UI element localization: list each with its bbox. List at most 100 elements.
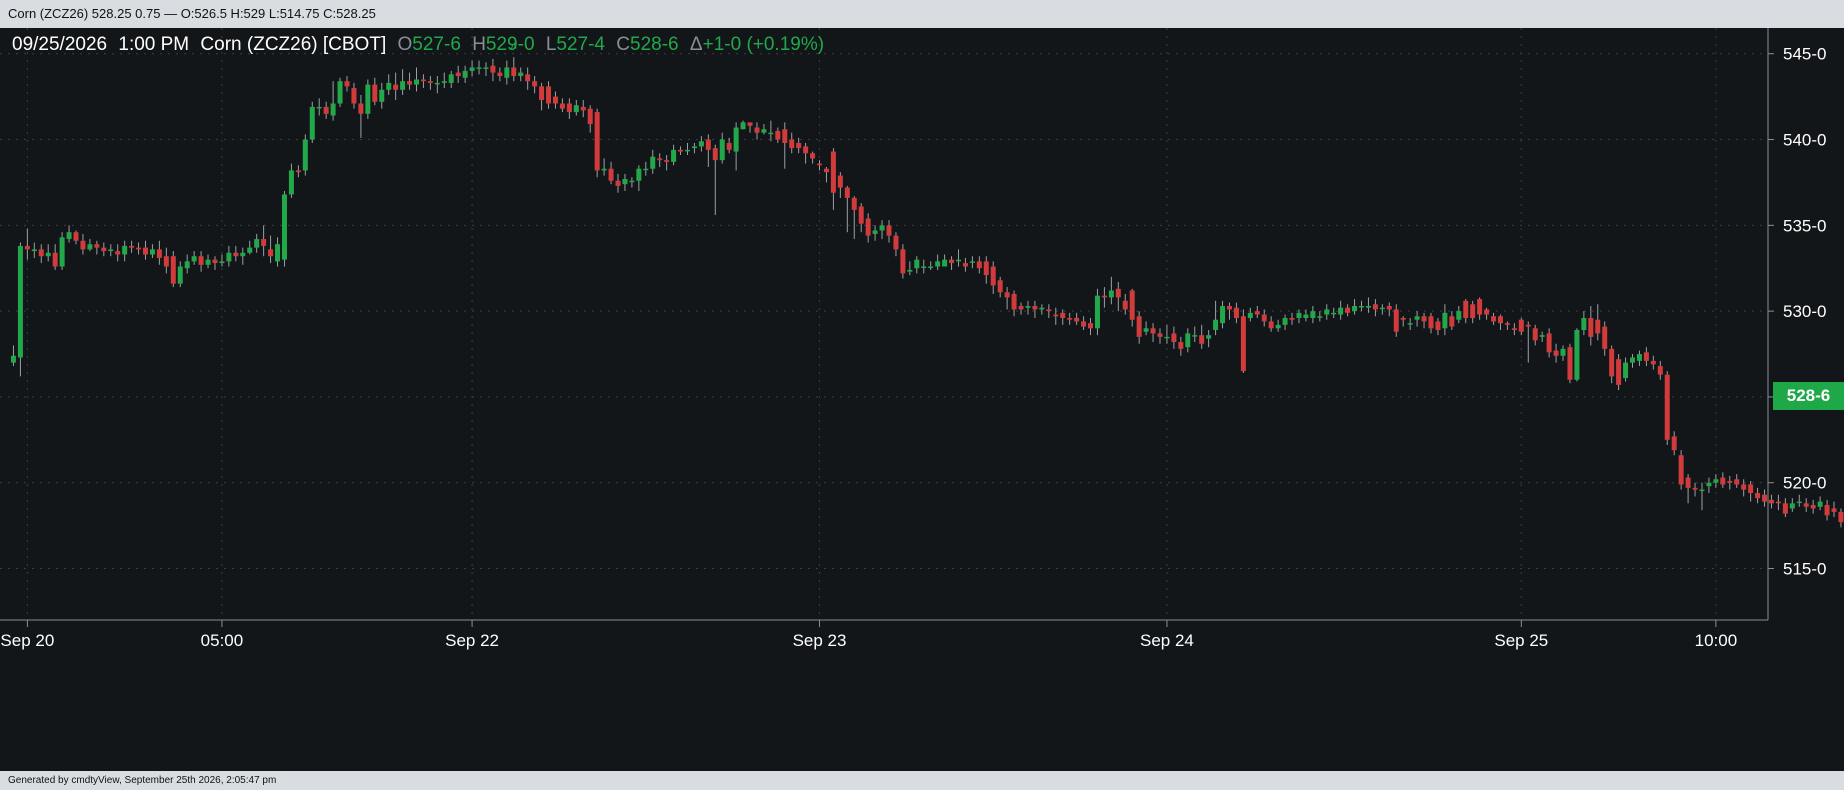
candle-body (302, 139, 308, 171)
candle-body (1331, 312, 1337, 315)
candle-body (1643, 352, 1649, 361)
candle-body (768, 132, 774, 135)
candle-body (212, 259, 218, 264)
candle-body (712, 148, 718, 161)
candle-body (817, 163, 823, 166)
candle-body (1359, 305, 1365, 308)
candle-body (1657, 366, 1663, 375)
candle-body (747, 122, 753, 126)
candle-body (17, 245, 23, 358)
candle-body (566, 103, 572, 113)
candle-body (1414, 316, 1420, 320)
candle-body (1282, 317, 1288, 325)
candle-body (643, 168, 649, 171)
price-chart[interactable]: ^˅ 515-0520-0525-0530-0535-0540-0545-0Se… (0, 28, 1844, 771)
candle-body (1226, 305, 1232, 310)
candle-body (1588, 317, 1594, 337)
candle-body (907, 269, 913, 272)
candle-body (830, 151, 836, 193)
candle-body (1025, 305, 1031, 308)
candle-body (323, 106, 329, 114)
candle-body (1518, 319, 1524, 332)
candle-body (1692, 487, 1698, 490)
candle-body (1525, 324, 1531, 327)
candle-body (650, 156, 656, 169)
candle-body (594, 112, 600, 171)
candle-body (1317, 316, 1323, 318)
candle-body (1727, 481, 1733, 483)
candle-body (129, 245, 135, 248)
candle-body (844, 187, 850, 198)
candle-body (622, 179, 628, 185)
candle-body (949, 259, 955, 264)
title-bar: Corn (ZCZ26) 528.25 0.75 — O:526.5 H:529… (0, 0, 1844, 28)
candle-body (1046, 309, 1052, 312)
candle-body (789, 139, 795, 149)
candle-body (1310, 311, 1316, 318)
candle-body (309, 106, 315, 140)
candle-body (170, 256, 176, 284)
low-value: 527-4 (556, 34, 605, 55)
header-time: 1:00 PM (118, 34, 190, 55)
x-tick-label: Sep 20 (0, 631, 54, 650)
candle-body (1206, 335, 1212, 339)
candle-body (900, 249, 906, 274)
candle-body (1581, 317, 1587, 331)
candle-body (525, 74, 531, 82)
candle-body (1199, 335, 1205, 344)
candle-body (518, 72, 524, 77)
candle-body (684, 149, 690, 152)
candle-body (420, 79, 426, 82)
candle-body (80, 240, 86, 250)
candle-body (1289, 317, 1295, 320)
candle-body (1171, 333, 1177, 343)
x-tick-label: 05:00 (201, 631, 244, 650)
candle-body (1636, 354, 1642, 361)
candle-body (1296, 312, 1302, 318)
candle-body (1338, 307, 1344, 315)
candle-body (1449, 316, 1455, 327)
candle-body (226, 252, 232, 262)
candle-body (1094, 295, 1100, 329)
candle-body (705, 139, 711, 150)
candle-body (719, 139, 725, 161)
candle-body (1039, 307, 1045, 310)
candle-body (1400, 317, 1406, 320)
header-date: 09/25/2026 (12, 34, 108, 55)
candle-body (1393, 309, 1399, 332)
candle-body (136, 247, 142, 250)
change-value: +1-0 (+0.19%) (702, 34, 825, 55)
candle-body (893, 235, 899, 250)
candle-body (879, 225, 885, 231)
candle-body (393, 84, 399, 90)
candle-body (24, 245, 30, 250)
candle-body (1803, 503, 1809, 507)
candle-body (483, 67, 489, 69)
candle-body (1477, 299, 1483, 315)
candle-body (1630, 357, 1636, 363)
candle-body (101, 247, 107, 252)
candle-body (38, 249, 44, 257)
candle-body (52, 252, 58, 267)
candle-body (275, 244, 281, 262)
candle-body (1532, 328, 1538, 341)
candle-body (865, 218, 871, 236)
candle-body (115, 251, 121, 255)
candle-body (726, 142, 732, 150)
candle-body (59, 237, 65, 267)
x-tick-label: Sep 23 (793, 631, 847, 650)
candle-body (316, 106, 322, 109)
candle-body (1838, 511, 1844, 523)
candle-body (372, 84, 378, 102)
candle-body (87, 244, 93, 250)
candle-body (1484, 309, 1490, 315)
candle-body (434, 82, 440, 85)
candle-body (10, 355, 16, 363)
candle-body (1699, 489, 1705, 492)
candle-body (657, 158, 663, 161)
candle-body (935, 261, 941, 267)
candle-body (1122, 300, 1128, 310)
candle-body (886, 225, 892, 236)
low-label: L (545, 34, 557, 55)
candle-body (1755, 493, 1761, 499)
